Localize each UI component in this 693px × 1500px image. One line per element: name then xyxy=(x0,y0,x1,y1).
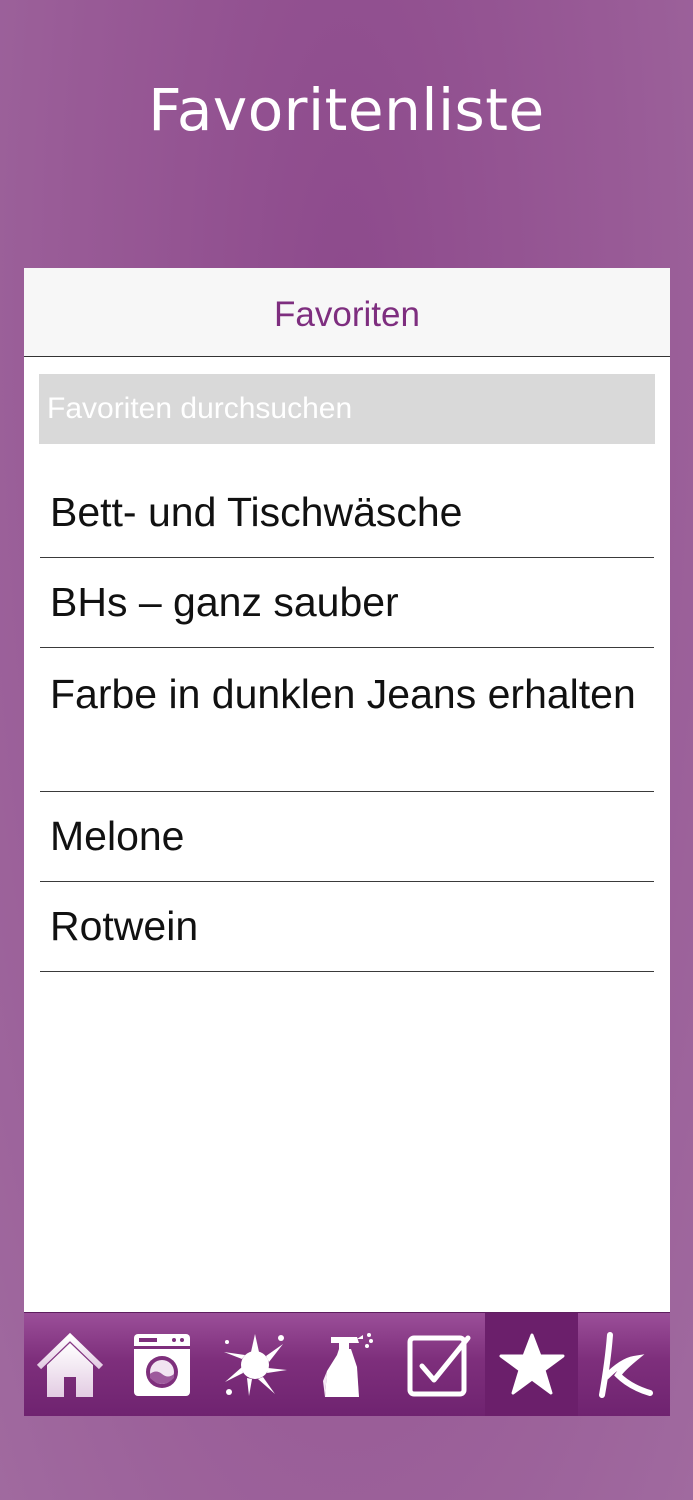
search-input[interactable] xyxy=(39,374,655,444)
k-logo-icon xyxy=(598,1331,653,1398)
tab-washing[interactable] xyxy=(116,1313,208,1416)
star-icon xyxy=(499,1333,565,1394)
washing-machine-icon xyxy=(134,1333,191,1396)
tab-favorites[interactable] xyxy=(485,1313,578,1416)
navbar-title: Favoriten xyxy=(274,295,420,334)
tab-stains[interactable] xyxy=(209,1313,301,1416)
home-icon xyxy=(37,1332,104,1397)
tab-bar xyxy=(24,1312,670,1416)
list-item[interactable]: Farbe in dunklen Jeans erhalten xyxy=(40,648,654,792)
list-item[interactable]: Melone xyxy=(40,792,654,882)
list-item[interactable]: Bett- und Tischwäsche xyxy=(40,468,654,558)
tab-brand[interactable] xyxy=(578,1313,670,1416)
list-item[interactable]: Rotwein xyxy=(40,882,654,972)
stain-splash-icon xyxy=(223,1333,287,1396)
tab-checklist[interactable] xyxy=(393,1313,485,1416)
tab-home[interactable] xyxy=(24,1313,116,1416)
app-screen: Favoriten Bett- und Tischwäsche BHs – ga… xyxy=(24,268,670,1416)
page-title: Favoritenliste xyxy=(148,76,545,144)
spray-bottle-icon xyxy=(322,1332,373,1397)
list-item[interactable]: BHs – ganz sauber xyxy=(40,558,654,648)
checkbox-icon xyxy=(407,1335,471,1396)
favorites-list: Bett- und Tischwäsche BHs – ganz sauber … xyxy=(40,468,654,972)
navigation-bar: Favoriten xyxy=(24,268,670,357)
tab-cleaning[interactable] xyxy=(301,1313,393,1416)
